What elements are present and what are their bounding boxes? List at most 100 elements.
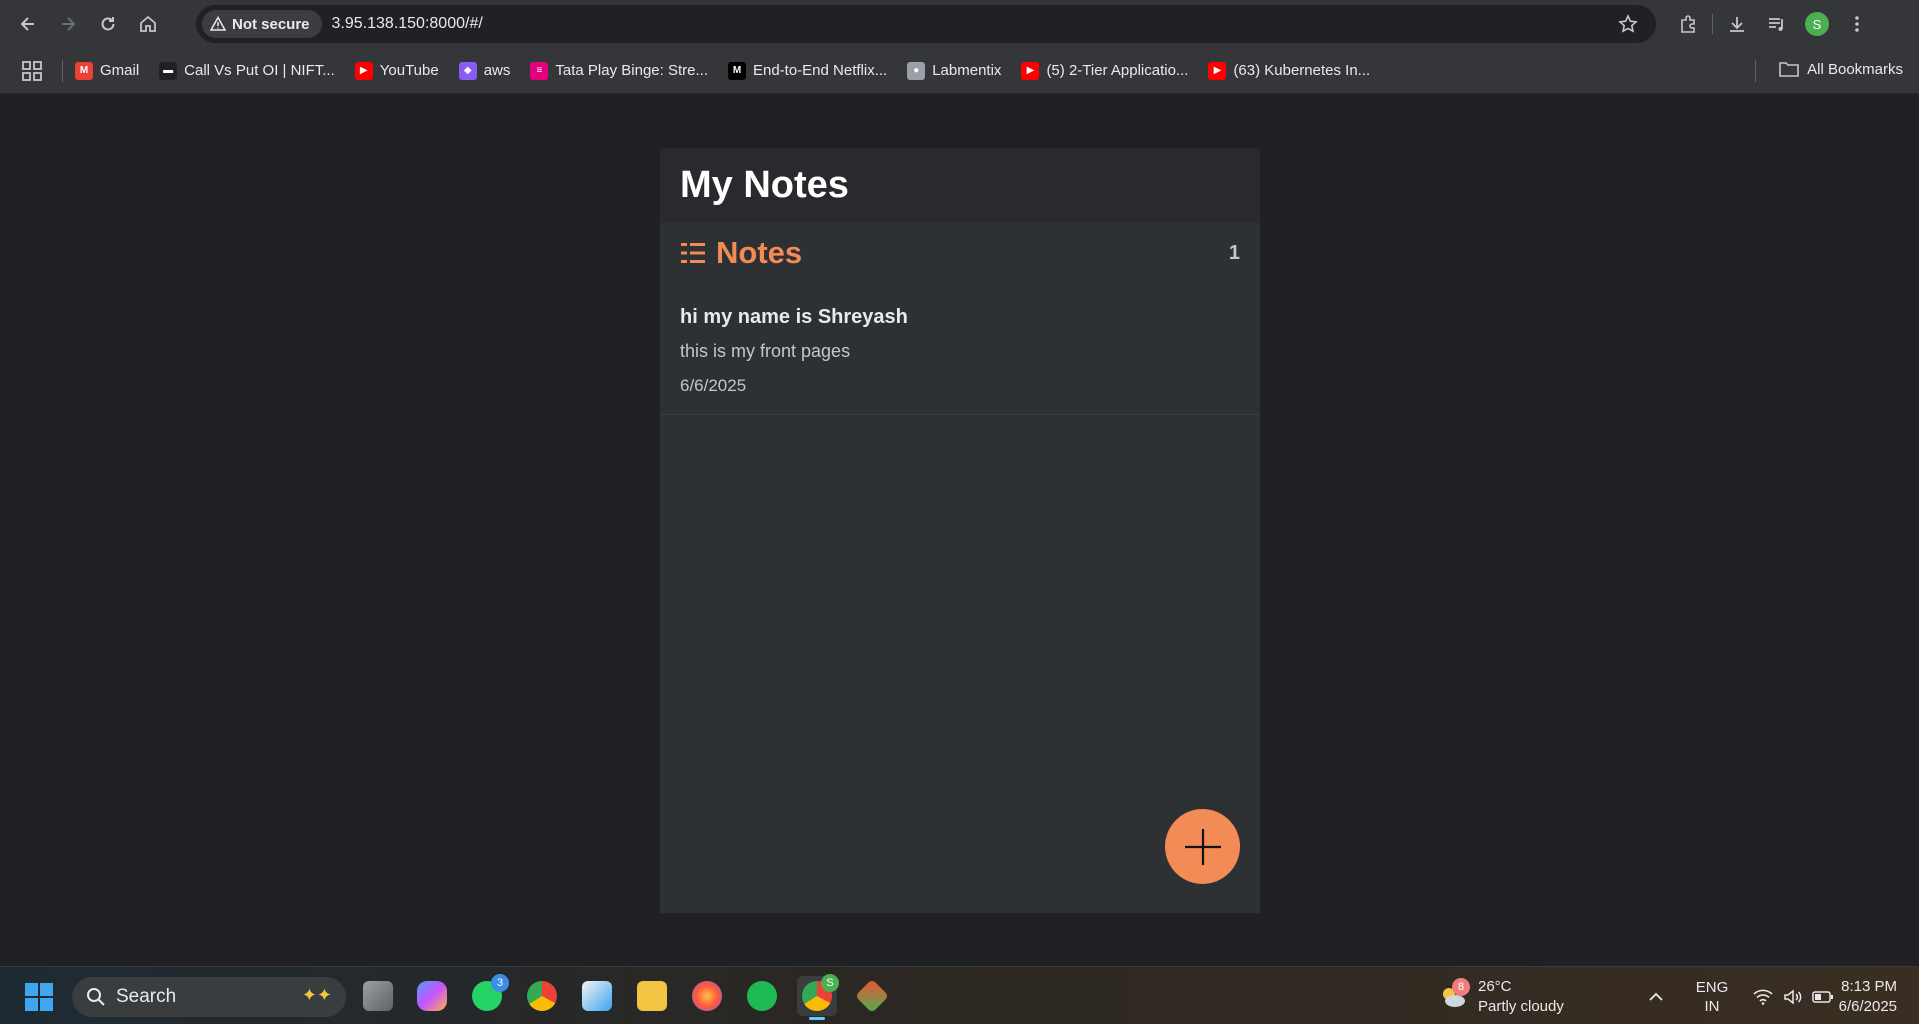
bookmark-item[interactable]: ▶ (63) Kubernetes In... xyxy=(1208,61,1371,80)
bookmark-item[interactable]: ● Labmentix xyxy=(907,61,1002,80)
bookmark-favicon-icon: M xyxy=(75,61,93,80)
firefox-app[interactable] xyxy=(687,976,727,1016)
address-bar[interactable]: Not secure 3.95.138.150:8000/#/ xyxy=(196,5,1656,43)
bookmark-favicon-icon: ≡ xyxy=(530,61,549,80)
extensions-button[interactable] xyxy=(1668,4,1708,44)
task-view-button[interactable] xyxy=(358,976,398,1016)
bookmark-favicon-icon: ▶ xyxy=(1208,61,1227,80)
bookmark-label: (63) Kubernetes In... xyxy=(1233,62,1371,79)
whatsapp-badge: 3 xyxy=(491,974,509,992)
all-bookmarks-label: All Bookmarks xyxy=(1807,60,1903,78)
whatsapp-app[interactable]: 3 xyxy=(467,974,509,1016)
note-title: hi my name is Shreyash xyxy=(680,306,908,328)
notes-count: 1 xyxy=(1228,241,1240,264)
bookmark-list: M Gmail ▬ Call Vs Put OI | NIFT... ▶ YouTube ◆… xyxy=(75,61,1390,80)
chrome-app[interactable] xyxy=(522,976,562,1016)
copilot-app[interactable] xyxy=(412,976,452,1016)
security-chip[interactable]: Not secure xyxy=(202,10,322,38)
file-explorer-app[interactable] xyxy=(632,976,672,1016)
browser-toolbar: Not secure 3.95.138.150:8000/#/ S xyxy=(0,0,1919,48)
bookmark-label: Call Vs Put OI | NIFT... xyxy=(184,62,335,79)
weather-text: 26°C Partly cloudy xyxy=(1478,977,1564,1017)
chrome-profile-badge: S xyxy=(821,974,839,992)
note-date: 6/6/2025 xyxy=(680,376,747,395)
copilot-icon xyxy=(417,981,447,1011)
back-arrow-icon xyxy=(20,17,34,31)
store-app[interactable] xyxy=(577,976,617,1016)
weather-desc: Partly cloudy xyxy=(1478,998,1564,1015)
reload-button[interactable] xyxy=(88,4,128,44)
bookmark-label: (5) 2-Tier Applicatio... xyxy=(1046,62,1189,79)
bookmark-favicon-icon: ▶ xyxy=(1021,61,1040,80)
active-indicator xyxy=(809,1017,825,1020)
page-title: My Notes xyxy=(680,164,849,206)
downloads-button[interactable] xyxy=(1717,4,1757,44)
language-indicator[interactable]: ENG IN xyxy=(1682,978,1742,1016)
weather-widget[interactable]: 8 26°C Partly cloudy xyxy=(1438,977,1564,1017)
back-button[interactable] xyxy=(8,4,48,44)
download-icon xyxy=(1730,17,1744,32)
search-icon xyxy=(87,988,105,1006)
system-clock[interactable]: 8:13 PM 6/6/2025 xyxy=(1839,977,1897,1017)
bookmarks-bar: M Gmail ▬ Call Vs Put OI | NIFT... ▶ YouTube ◆… xyxy=(0,48,1919,94)
bookmark-favicon-icon: ▶ xyxy=(354,61,373,80)
playlist-icon xyxy=(1769,18,1783,31)
search-label: Search xyxy=(116,986,177,1007)
system-tray: ENG IN xyxy=(1636,977,1838,1017)
forward-button[interactable] xyxy=(48,4,88,44)
app-header: My Notes xyxy=(660,148,1260,223)
menu-button[interactable] xyxy=(1837,4,1877,44)
notes-app: My Notes Notes 1 hi my name is Shreyash … xyxy=(660,148,1260,913)
url-text[interactable]: 3.95.138.150:8000/#/ xyxy=(332,15,483,33)
wifi-icon[interactable] xyxy=(1748,989,1778,1005)
all-bookmarks-button[interactable]: All Bookmarks xyxy=(1779,60,1903,78)
volume-icon[interactable] xyxy=(1778,989,1808,1005)
bookmark-item[interactable]: ▶ YouTube xyxy=(354,61,439,80)
lang-line1: ENG xyxy=(1695,979,1729,996)
bookmark-label: Gmail xyxy=(100,62,140,79)
spotify-app[interactable] xyxy=(742,976,782,1016)
weather-temp: 26°C xyxy=(1478,978,1512,995)
bookmarks-separator xyxy=(1755,60,1756,82)
folder-icon xyxy=(1779,62,1799,77)
git-icon xyxy=(855,979,889,1013)
toolbar-actions: S xyxy=(1668,0,1877,48)
battery-icon[interactable] xyxy=(1808,990,1838,1004)
bookmark-item[interactable]: ▬ Call Vs Put OI | NIFT... xyxy=(159,61,335,80)
partly-cloudy-icon: 8 xyxy=(1438,978,1470,1012)
media-control-button[interactable] xyxy=(1757,4,1797,44)
bookmark-favicon-icon: ● xyxy=(907,61,926,80)
bookmark-star-icon[interactable] xyxy=(1618,14,1638,34)
bookmark-item[interactable]: ◆ aws xyxy=(458,61,511,80)
bookmark-item[interactable]: ≡ Tata Play Binge: Stre... xyxy=(530,61,708,80)
chrome-profile-app[interactable]: S xyxy=(797,974,839,1020)
warning-icon xyxy=(210,16,226,31)
bookmark-item[interactable]: ▶ (5) 2-Tier Applicatio... xyxy=(1021,61,1189,80)
home-button[interactable] xyxy=(128,4,168,44)
home-icon xyxy=(140,15,156,32)
bookmark-label: aws xyxy=(483,62,511,79)
store-icon xyxy=(582,981,612,1011)
git-app[interactable] xyxy=(852,976,892,1016)
taskbar-search[interactable]: Search ✦✦ xyxy=(72,977,346,1017)
bookmark-item[interactable]: M End-to-End Netflix... xyxy=(727,61,887,80)
tray-overflow-button[interactable] xyxy=(1636,992,1676,1002)
windows-start-icon[interactable] xyxy=(24,982,54,1012)
bookmark-label: Labmentix xyxy=(932,62,1002,79)
clock-time: 8:13 PM xyxy=(1841,978,1897,995)
note-item[interactable]: hi my name is Shreyash this is my front … xyxy=(660,303,1260,415)
spotify-icon xyxy=(747,981,777,1011)
add-note-button[interactable] xyxy=(1165,809,1240,884)
bookmark-item[interactable]: M Gmail xyxy=(75,61,140,80)
bookmark-favicon-icon: ◆ xyxy=(458,61,477,80)
security-label: Not secure xyxy=(232,15,310,33)
weather-badge: 8 xyxy=(1452,978,1470,996)
bookmark-label: Tata Play Binge: Stre... xyxy=(555,62,708,79)
windows-taskbar: Search ✦✦ 3 S 8 26°C Partly cloudy ENG I… xyxy=(0,966,1919,1024)
profile-button[interactable]: S xyxy=(1797,4,1837,44)
notes-section-label: Notes xyxy=(716,235,803,270)
copilot-sparkle-icon: ✦✦ xyxy=(301,985,332,1005)
folder-icon xyxy=(637,981,667,1011)
chevron-up-icon xyxy=(1649,992,1663,1001)
apps-grid-icon[interactable] xyxy=(20,59,44,83)
